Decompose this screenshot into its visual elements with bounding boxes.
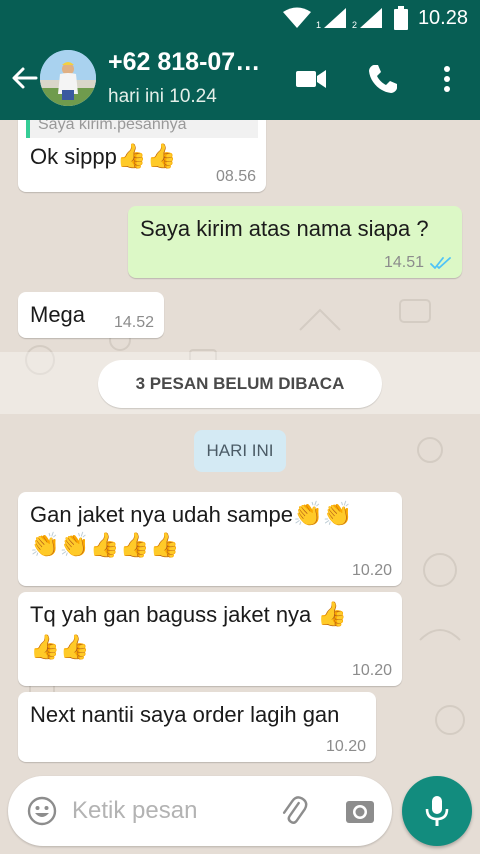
more-vert-icon[interactable] — [430, 62, 464, 96]
mic-icon — [425, 796, 449, 826]
chat-area[interactable]: Saya kirim.pesannya Ok sippp👍👍 08.56 Say… — [0, 120, 480, 770]
attach-icon[interactable] — [278, 795, 310, 827]
message-text: Saya kirim atas nama siapa ? — [140, 216, 429, 241]
message-text: Ok sippp — [30, 144, 117, 169]
video-call-icon[interactable] — [294, 62, 328, 96]
message-input[interactable] — [72, 794, 282, 828]
double-check-read-icon — [430, 257, 451, 269]
clap-emoji: 👏👏 — [292, 501, 353, 528]
status-bar: 1 2 10.28 — [0, 0, 480, 36]
sim2-label: 2 — [351, 20, 357, 30]
unread-messages-banner: 3 PESAN BELUM DIBACA — [98, 360, 382, 408]
emoji-row: 👍👍 — [30, 634, 90, 661]
message-time: 10.20 — [351, 662, 392, 679]
contact-name[interactable]: +62 818-07… — [108, 48, 260, 77]
message-meta: 10.20 — [326, 738, 366, 756]
wifi-icon — [282, 7, 311, 28]
emoji-icon[interactable] — [26, 795, 58, 827]
message-meta: 10.20 — [352, 662, 392, 680]
message-text: Mega — [30, 302, 86, 327]
message-meta: 14.52 — [114, 314, 154, 332]
message-composer — [8, 776, 392, 846]
message-time: 10.20 — [351, 562, 392, 579]
camera-icon[interactable] — [344, 795, 376, 827]
message-text: Tq yah gan baguss jaket nya — [30, 602, 312, 627]
battery-icon — [393, 6, 408, 30]
message-meta: 08.56 — [216, 168, 256, 186]
last-seen: hari ini 10.24 — [108, 86, 217, 107]
message-incoming[interactable]: Saya kirim.pesannya Ok sippp👍👍 08.56 — [18, 120, 266, 192]
quoted-message[interactable]: Saya kirim.pesannya — [26, 120, 258, 138]
message-incoming[interactable]: Gan jaket nya udah sampe👏👏 👏👏👍👍👍 10.20 — [18, 492, 402, 586]
message-outgoing[interactable]: Saya kirim atas nama siapa ? 14.51 — [128, 206, 462, 278]
thumbs-up-emoji: 👍👍 — [116, 143, 177, 170]
message-time: 14.51 — [383, 254, 424, 271]
message-incoming[interactable]: Mega 14.52 — [18, 292, 164, 338]
chat-header: +62 818-07… hari ini 10.24 — [0, 36, 480, 120]
date-divider: HARI INI — [194, 430, 286, 472]
sim1-label: 1 — [315, 20, 321, 30]
message-time: 14.52 — [113, 314, 154, 331]
message-incoming[interactable]: Tq yah gan baguss jaket nya 👍 👍👍 10.20 — [18, 592, 402, 686]
message-meta: 10.20 — [352, 562, 392, 580]
message-text: Next nantii saya order lagih gan — [30, 702, 340, 727]
signal-sim1-icon: 1 — [316, 7, 348, 30]
clock: 10.28 — [417, 6, 468, 29]
message-time: 10.20 — [325, 738, 366, 755]
message-text: Gan jaket nya udah sampe — [30, 502, 293, 527]
message-time: 08.56 — [215, 168, 256, 185]
back-arrow-icon[interactable] — [10, 64, 38, 92]
signal-sim2-icon: 2 — [352, 7, 384, 30]
message-meta: 14.51 — [384, 254, 452, 272]
thumbs-up-emoji: 👍 — [317, 601, 348, 628]
avatar[interactable] — [40, 50, 96, 106]
mic-button[interactable] — [402, 776, 472, 846]
message-incoming[interactable]: Next nantii saya order lagih gan 10.20 — [18, 692, 376, 762]
phone-icon[interactable] — [366, 62, 400, 96]
emoji-row: 👏👏👍👍👍 — [30, 532, 180, 559]
